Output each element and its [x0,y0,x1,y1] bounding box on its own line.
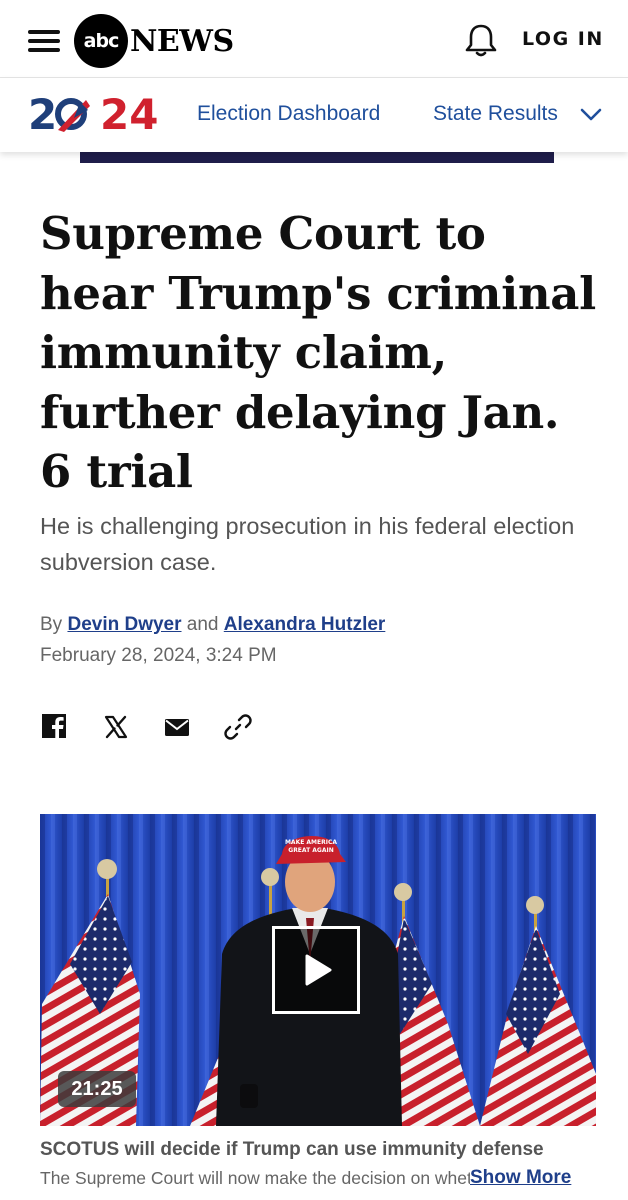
chevron-down-icon[interactable] [580,107,602,123]
abc-news-logo[interactable]: abc NEWS [74,14,234,68]
author-link[interactable]: Devin Dwyer [67,614,181,635]
video-title: SCOTUS will decide if Trump can use immu… [40,1139,544,1160]
login-button[interactable]: LOG IN [522,28,604,50]
article-subhead: He is challenging prosecution in his fed… [40,513,575,575]
play-icon [305,954,332,986]
byline-prefix: By [40,614,63,635]
article-headline: Supreme Court to hear Trump's criminal i… [40,207,596,498]
video-duration-badge: 21:25 [58,1071,136,1107]
video-description: The Supreme Court will now make the deci… [40,1168,487,1188]
abc-logo-circle: abc [74,14,128,68]
state-results-link[interactable]: State Results [433,102,558,126]
menu-icon[interactable] [28,28,60,52]
hat-text-line2: GREAT AGAIN [288,847,333,854]
email-icon[interactable] [162,712,192,742]
byline-join: and [186,614,219,635]
facebook-icon[interactable] [40,712,70,742]
show-more-link[interactable]: Show More [470,1167,572,1189]
election-2024-logo[interactable]: 2 24 [28,88,170,140]
notification-bell-icon[interactable] [462,22,500,58]
svg-text:2: 2 [28,90,57,139]
author-link[interactable]: Alexandra Hutzler [224,614,386,635]
link-icon[interactable] [223,712,253,742]
election-dashboard-link[interactable]: Election Dashboard [197,102,380,126]
x-icon[interactable] [101,712,131,742]
byline: By Devin Dwyer and Alexandra Hutzler [40,614,385,636]
svg-text:24: 24 [100,90,158,139]
play-button[interactable] [272,926,360,1014]
news-wordmark: NEWS [130,23,234,59]
publish-date: February 28, 2024, 3:24 PM [40,645,277,666]
hat-text-line1: MAKE AMERICA [285,839,337,846]
